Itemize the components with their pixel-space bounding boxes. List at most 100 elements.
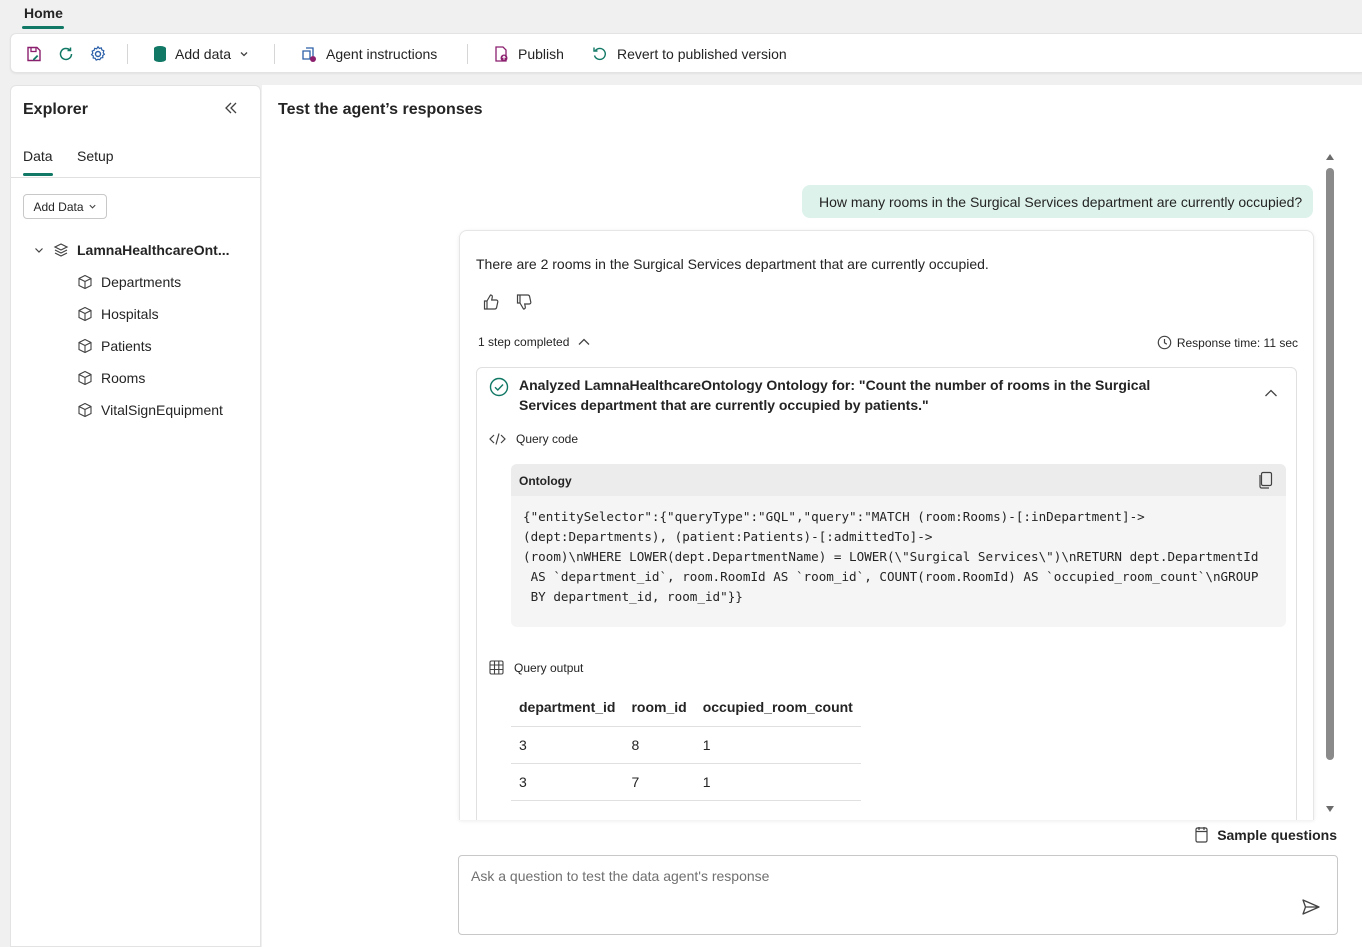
table-cell: 8 <box>623 726 695 764</box>
agent-response-card: There are 2 rooms in the Surgical Servic… <box>459 230 1314 820</box>
entity-cube-icon <box>77 274 93 290</box>
table-row: 3 7 1 <box>511 763 861 801</box>
tree-item-label: Rooms <box>101 370 146 386</box>
explorer-add-data-button[interactable]: Add Data <box>23 194 107 219</box>
chevron-up-icon <box>577 335 591 349</box>
ask-question-input[interactable] <box>471 865 1271 887</box>
copy-icon[interactable] <box>1258 471 1274 489</box>
code-header <box>511 464 1286 496</box>
response-time: Response time: 11 sec <box>1157 335 1298 350</box>
revert-label: Revert to published version <box>617 46 787 62</box>
query-output-table: department_id room_id occupied_room_coun… <box>511 689 861 801</box>
table-row: 3 8 1 <box>511 726 861 764</box>
thumbs-down-icon[interactable] <box>515 293 533 311</box>
response-text: There are 2 rooms in the Surgical Servic… <box>476 256 989 272</box>
revert-button[interactable]: Revert to published version <box>591 34 787 74</box>
publish-label: Publish <box>518 46 564 62</box>
table-cell: 1 <box>694 763 861 801</box>
step-title: Analyzed LamnaHealthcareOntology Ontolog… <box>519 377 1151 413</box>
page-title: Test the agent’s responses <box>278 101 483 118</box>
tree-item-vitalsignequipment[interactable]: VitalSignEquipment <box>77 402 223 418</box>
toolbar-divider <box>274 44 275 64</box>
toolbar-divider <box>127 44 128 64</box>
explorer-add-data-label: Add Data <box>33 199 84 214</box>
query-code-label: Query code <box>516 432 579 446</box>
tree-item-departments[interactable]: Departments <box>77 274 181 290</box>
toolbar: Add data Agent instructions Publish Reve… <box>10 33 1362 73</box>
entity-cube-icon <box>77 306 93 322</box>
response-time-label: Response time: 11 sec <box>1176 335 1298 350</box>
add-data-button[interactable]: Add data <box>153 34 249 74</box>
check-circle-icon <box>489 377 509 397</box>
clock-icon <box>1157 335 1172 350</box>
table-cell: 1 <box>694 726 861 764</box>
sample-questions-label: Sample questions <box>1217 826 1337 843</box>
chevron-up-icon[interactable] <box>1264 386 1278 400</box>
column-header: room_id <box>623 689 695 727</box>
scroll-up-arrow[interactable] <box>1325 153 1335 161</box>
table-cell: 7 <box>623 763 695 801</box>
step-detail: Analyzed LamnaHealthcareOntology Ontolog… <box>476 367 1297 820</box>
table-icon <box>489 660 504 675</box>
refresh-button[interactable] <box>57 34 75 74</box>
table-header-row: department_id room_id occupied_room_coun… <box>511 689 861 727</box>
code-language: Ontology <box>519 474 572 488</box>
table-cell: 3 <box>511 763 624 801</box>
collapse-panel-icon[interactable] <box>224 101 238 115</box>
publish-icon <box>492 45 510 63</box>
entity-cube-icon <box>77 402 93 418</box>
tree-item-label: Hospitals <box>101 306 159 322</box>
table-cell: 3 <box>511 726 624 764</box>
refresh-icon <box>57 45 75 63</box>
thumbs-up-icon[interactable] <box>482 293 500 311</box>
tree-item-label: VitalSignEquipment <box>101 402 223 418</box>
tree-root-ontology[interactable]: LamnaHealthcareOnt... <box>33 242 230 258</box>
scrollbar-thumb[interactable] <box>1326 168 1334 760</box>
send-icon[interactable] <box>1301 898 1321 916</box>
explorer-title: Explorer <box>23 101 88 118</box>
query-code-section: Query code <box>489 432 578 446</box>
save-button[interactable] <box>25 34 43 74</box>
gear-icon <box>89 45 107 63</box>
entity-cube-icon <box>77 370 93 386</box>
chevron-down-icon <box>239 49 249 59</box>
agent-instructions-label: Agent instructions <box>326 46 438 62</box>
add-data-label: Add data <box>175 46 232 62</box>
save-icon <box>25 45 43 63</box>
tree-item-label: Patients <box>101 338 152 354</box>
tab-home[interactable]: Home <box>24 5 63 21</box>
tree-item-rooms[interactable]: Rooms <box>77 370 145 386</box>
explorer-panel: Explorer Data Setup Add Data LamnaHealth… <box>10 85 261 947</box>
test-panel: Test the agent’s responses How many room… <box>262 85 1362 947</box>
tree-root-label: LamnaHealthcareOnt... <box>77 242 230 258</box>
publish-button[interactable]: Publish <box>492 34 564 74</box>
tabs-divider <box>11 177 260 178</box>
tab-data-indicator <box>23 173 53 176</box>
code-block: Ontology {"entitySelector":{"queryType":… <box>511 464 1286 627</box>
settings-button[interactable] <box>89 34 107 74</box>
ask-question-box[interactable] <box>458 855 1338 935</box>
steps-toggle[interactable]: 1 step completed <box>478 335 591 349</box>
tree-item-patients[interactable]: Patients <box>77 338 152 354</box>
column-header: department_id <box>511 689 624 727</box>
query-output-section: Query output <box>489 660 583 675</box>
column-header: occupied_room_count <box>694 689 861 727</box>
tab-setup[interactable]: Setup <box>77 148 114 164</box>
query-code-text: {"entitySelector":{"queryType":"GQL","qu… <box>523 509 1259 604</box>
tree-item-hospitals[interactable]: Hospitals <box>77 306 159 322</box>
ontology-layers-icon <box>53 242 69 258</box>
tab-data[interactable]: Data <box>23 148 53 164</box>
database-icon <box>153 45 167 63</box>
chevron-down-icon <box>88 202 97 211</box>
tree-item-label: Departments <box>101 274 182 290</box>
revert-icon <box>591 45 609 63</box>
sample-questions-button[interactable]: Sample questions <box>1194 826 1337 843</box>
query-output-label: Query output <box>514 660 584 675</box>
steps-label: 1 step completed <box>478 335 570 349</box>
notepad-icon <box>1194 826 1209 843</box>
chevron-down-icon[interactable] <box>33 244 45 256</box>
user-message: How many rooms in the Surgical Services … <box>802 185 1313 218</box>
scroll-down-arrow[interactable] <box>1325 805 1335 813</box>
toolbar-divider <box>467 44 468 64</box>
agent-instructions-button[interactable]: Agent instructions <box>300 34 437 74</box>
